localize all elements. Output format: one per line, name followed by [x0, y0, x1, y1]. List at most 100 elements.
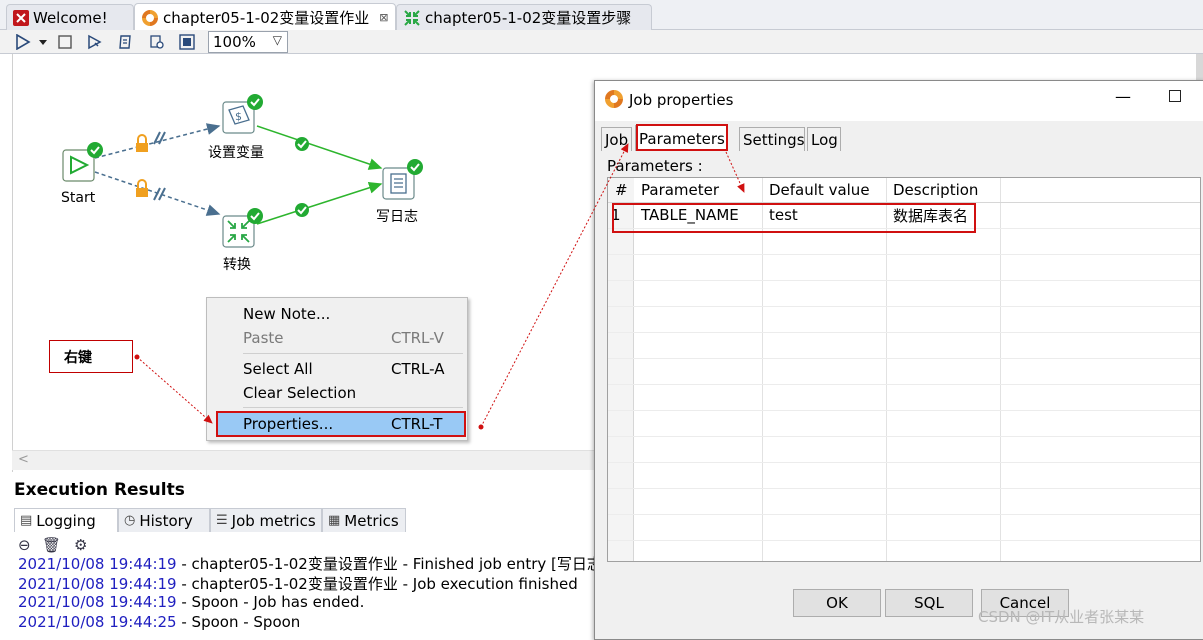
log-timestamp: 2021/10/08 19:44:19 — [18, 555, 177, 573]
svg-text:$: $ — [235, 110, 242, 123]
preview-button[interactable] — [86, 33, 104, 51]
menu-item-label: Properties... — [243, 415, 334, 433]
script-icon — [119, 35, 131, 49]
run-button[interactable] — [14, 33, 32, 51]
numbered-list-icon: ☰ — [216, 513, 228, 528]
set-variables-node-icon: $ — [222, 94, 263, 134]
gear-icon[interactable]: ⚙ — [74, 536, 87, 554]
column-header-number[interactable]: # — [608, 178, 634, 202]
document-icon: ▤ — [20, 513, 33, 528]
spoon-logo-icon — [13, 9, 29, 26]
clear-log-icon[interactable]: ⊖ — [18, 536, 31, 554]
maximize-icon[interactable] — [1169, 90, 1181, 102]
log-line: 2021/10/08 19:44:25 - Spoon - Spoon — [18, 613, 300, 631]
column-header-parameter[interactable]: Parameter — [635, 178, 761, 202]
column-header-default-value[interactable]: Default value — [763, 178, 885, 202]
button-label: OK — [826, 594, 848, 612]
tab-settings[interactable]: Settings — [739, 127, 805, 151]
run-options-dropdown[interactable] — [36, 33, 50, 51]
minimize-icon[interactable]: — — [1115, 87, 1131, 106]
column-divider — [886, 178, 887, 561]
transformation-node-icon — [222, 208, 263, 248]
parameters-table[interactable]: # Parameter Default value Description 1 … — [607, 177, 1201, 562]
job-icon — [605, 90, 623, 108]
tab-job-metrics[interactable]: ☰ Job metrics — [210, 508, 322, 532]
tab-label: Job — [605, 130, 629, 149]
tab-log[interactable]: Log — [807, 127, 841, 151]
tab-label: Metrics — [344, 511, 399, 530]
node-label-write-log[interactable]: 写日志 — [376, 206, 418, 226]
tab-label: Job metrics — [231, 511, 316, 530]
close-icon[interactable]: ⊠ — [379, 11, 388, 24]
tab-label: Welcome! — [33, 8, 108, 27]
tab-job[interactable]: Job — [601, 127, 632, 151]
tab-history[interactable]: ◷ History — [118, 508, 210, 532]
trash-icon[interactable]: 🗑 — [42, 536, 61, 554]
column-header-label: Description — [893, 181, 979, 199]
row-divider — [608, 436, 1200, 437]
row-divider — [608, 462, 1200, 463]
tab-welcome[interactable]: Welcome! — [6, 4, 134, 30]
job-properties-dialog: Job properties — Job Parameters Settings… — [594, 80, 1203, 640]
parallel-icon — [153, 131, 166, 145]
log-message: - Spoon - Job has ended. — [176, 593, 365, 611]
menu-separator — [243, 353, 463, 354]
log-timestamp: 2021/10/08 19:44:19 — [18, 593, 177, 611]
check-circle-icon — [295, 203, 309, 217]
watermark: CSDN @IT从业者张某某 — [978, 608, 1145, 626]
tab-label: Settings — [743, 130, 805, 149]
play-icon — [16, 34, 31, 50]
tab-logging[interactable]: ▤ Logging — [14, 508, 118, 532]
log-line: 2021/10/08 19:44:19 - chapter05-1-02变量设置… — [18, 553, 618, 574]
tab-job-chapter05[interactable]: chapter05-1-02变量设置作业 ⊠ — [134, 3, 396, 31]
grid-icon — [179, 34, 195, 50]
node-label-transform[interactable]: 转换 — [223, 254, 251, 274]
menu-item-label: New Note... — [243, 305, 331, 323]
stop-button[interactable] — [56, 33, 74, 51]
dialog-title-bar: Job properties — — [595, 81, 1203, 121]
row-divider — [608, 488, 1200, 489]
hop-set-vars-to-write-log — [256, 125, 383, 170]
row-divider — [608, 384, 1200, 385]
node-label-start[interactable]: Start — [61, 190, 95, 206]
menu-item-new-note[interactable]: New Note... — [217, 302, 463, 326]
log-line: 2021/10/08 19:44:19 - Spoon - Job has en… — [18, 593, 364, 611]
column-header-description[interactable]: Description — [887, 178, 999, 202]
horizontal-scrollbar[interactable]: < — [12, 450, 612, 470]
menu-item-paste[interactable]: Paste CTRL-V — [217, 326, 463, 350]
menu-item-clear-selection[interactable]: Clear Selection — [217, 381, 463, 405]
column-divider — [762, 178, 763, 561]
stop-icon — [58, 35, 72, 49]
row-divider — [608, 306, 1200, 307]
zoom-value: 100% — [213, 33, 256, 51]
job-toolbar: 100% ▽ — [0, 30, 1203, 54]
chevron-down-icon — [39, 40, 47, 45]
tab-metrics[interactable]: ▦ Metrics — [322, 508, 406, 532]
zoom-select[interactable]: 100% ▽ — [208, 31, 288, 53]
replay-button[interactable] — [116, 33, 134, 51]
sql-button[interactable]: SQL — [885, 589, 973, 617]
hop-start-to-set-vars — [94, 123, 221, 159]
menu-item-properties[interactable]: Properties... CTRL-T — [216, 411, 466, 437]
chevron-left-icon[interactable]: < — [18, 452, 29, 467]
search-document-icon — [150, 35, 164, 49]
tab-label: Log — [811, 130, 838, 149]
parameters-label: Parameters : — [607, 157, 703, 175]
tab-transformation-chapter05[interactable]: chapter05-1-02变量设置步骤 — [396, 4, 652, 30]
lock-icon — [136, 179, 148, 197]
dialog-title: Job properties — [629, 91, 734, 109]
menu-item-label: Select All — [243, 360, 313, 378]
menu-item-shortcut: CTRL-T — [391, 415, 443, 433]
right-click-annotation: 右键 — [49, 340, 133, 373]
column-divider — [1000, 178, 1001, 561]
check-job-button[interactable] — [148, 33, 166, 51]
run-preview-icon — [88, 34, 102, 50]
ok-button[interactable]: OK — [793, 589, 881, 617]
row-divider — [608, 540, 1200, 541]
menu-separator — [243, 407, 463, 408]
menu-item-select-all[interactable]: Select All CTRL-A — [217, 357, 463, 381]
show-grid-button[interactable] — [178, 33, 196, 51]
row-divider — [608, 280, 1200, 281]
node-label-set-vars[interactable]: 设置变量 — [208, 142, 264, 162]
tab-label: chapter05-1-02变量设置步骤 — [425, 9, 632, 27]
